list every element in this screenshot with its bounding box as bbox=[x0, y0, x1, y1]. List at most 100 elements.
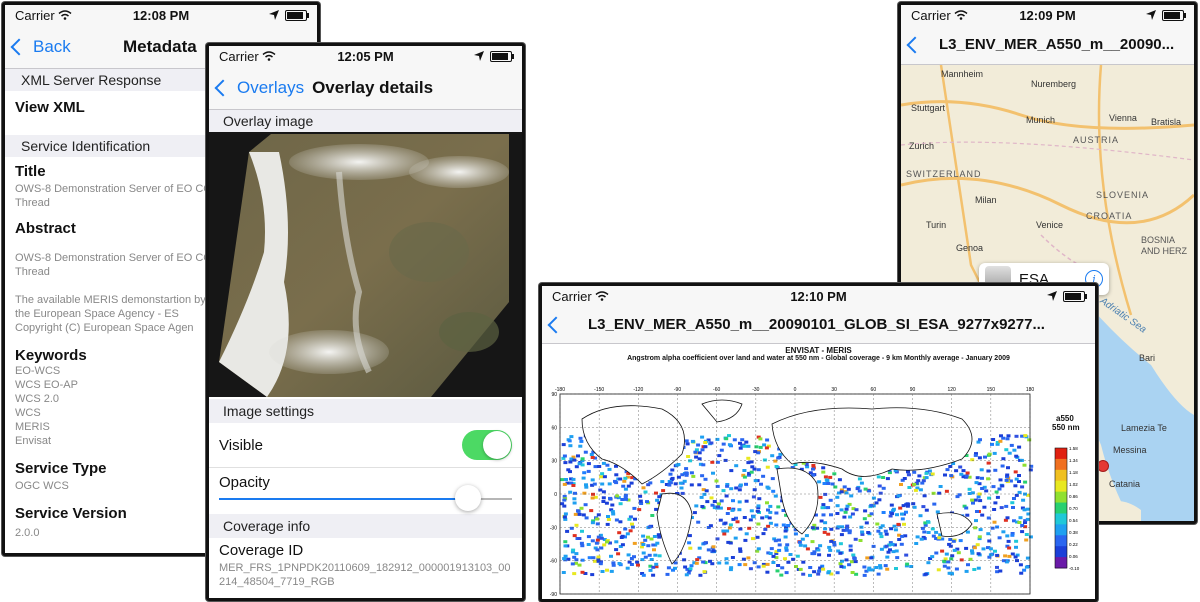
data-cell bbox=[589, 509, 594, 513]
data-cell bbox=[970, 551, 975, 555]
visible-toggle[interactable] bbox=[462, 430, 512, 460]
data-cell bbox=[758, 437, 763, 441]
data-cell bbox=[590, 573, 595, 577]
data-cell bbox=[583, 503, 588, 507]
data-cell bbox=[905, 562, 910, 566]
data-cell bbox=[891, 507, 896, 511]
chevron-left-icon bbox=[214, 79, 232, 96]
map-label-country: CROATIA bbox=[1086, 211, 1133, 221]
data-cell bbox=[926, 561, 931, 565]
data-cell bbox=[853, 537, 858, 541]
data-cell bbox=[641, 543, 646, 546]
data-cell bbox=[572, 572, 577, 576]
data-cell bbox=[847, 531, 852, 535]
data-cell bbox=[937, 491, 942, 495]
data-cell bbox=[727, 434, 731, 438]
data-cell bbox=[926, 531, 931, 534]
data-cell bbox=[593, 465, 598, 469]
data-cell bbox=[573, 512, 578, 516]
carrier-label: Carrier bbox=[15, 7, 55, 23]
data-cell bbox=[703, 445, 708, 449]
data-cell bbox=[867, 568, 872, 572]
data-cell bbox=[737, 508, 742, 512]
data-cell bbox=[920, 481, 925, 485]
data-cell bbox=[578, 444, 583, 448]
data-cell bbox=[606, 515, 610, 518]
section-overlay-image-header: Overlay image bbox=[209, 110, 522, 132]
data-cell bbox=[1006, 466, 1010, 470]
data-cell bbox=[794, 565, 798, 568]
data-cell bbox=[768, 504, 773, 508]
back-button[interactable] bbox=[542, 316, 566, 333]
data-cell bbox=[744, 440, 749, 444]
nav-bar: L3_ENV_MER_A550_m__20090... bbox=[901, 25, 1194, 65]
x-tick-label: -30 bbox=[752, 387, 759, 393]
data-cell bbox=[766, 508, 770, 512]
data-cell bbox=[723, 458, 728, 462]
data-cell bbox=[788, 553, 793, 556]
map-pin[interactable] bbox=[1097, 460, 1109, 472]
data-cell bbox=[946, 566, 951, 570]
data-cell bbox=[765, 501, 769, 505]
data-cell bbox=[742, 469, 747, 472]
data-cell bbox=[828, 548, 833, 552]
data-cell bbox=[625, 532, 630, 536]
data-cell bbox=[986, 532, 991, 536]
data-cell bbox=[987, 452, 992, 456]
data-cell bbox=[965, 471, 970, 475]
data-cell bbox=[573, 491, 577, 495]
data-cell bbox=[641, 551, 646, 555]
data-cell bbox=[906, 470, 910, 474]
data-cell bbox=[938, 485, 943, 488]
data-cell bbox=[821, 503, 826, 507]
data-cell bbox=[918, 488, 923, 492]
data-cell bbox=[579, 541, 584, 545]
data-cell bbox=[719, 448, 724, 452]
data-cell bbox=[1005, 437, 1010, 441]
data-cell bbox=[605, 463, 610, 467]
back-button[interactable] bbox=[901, 36, 925, 53]
data-cell bbox=[611, 561, 616, 565]
data-cell bbox=[651, 565, 656, 569]
data-cell bbox=[839, 508, 844, 512]
data-cell bbox=[900, 534, 905, 538]
data-cell bbox=[965, 513, 970, 517]
data-cell bbox=[973, 526, 978, 530]
data-cell bbox=[1022, 463, 1027, 467]
data-cell bbox=[564, 478, 568, 481]
data-cell bbox=[697, 451, 702, 455]
data-cell bbox=[847, 563, 852, 567]
data-cell bbox=[850, 571, 855, 574]
data-cell bbox=[709, 441, 714, 445]
data-cell bbox=[586, 535, 591, 539]
data-cell bbox=[876, 475, 881, 479]
data-cell bbox=[817, 480, 822, 484]
location-arrow-icon bbox=[269, 10, 279, 20]
legend-tick-label: 0.06 bbox=[1069, 554, 1078, 559]
map-label-city: Nuremberg bbox=[1031, 79, 1077, 89]
data-cell bbox=[850, 512, 855, 516]
opacity-slider-thumb[interactable] bbox=[455, 485, 482, 511]
data-cell bbox=[893, 528, 898, 532]
data-cell bbox=[944, 489, 949, 493]
back-button[interactable]: Back bbox=[5, 37, 71, 57]
data-cell bbox=[577, 563, 582, 567]
data-cell bbox=[582, 471, 587, 475]
data-cell bbox=[945, 468, 950, 472]
data-cell bbox=[816, 548, 821, 552]
data-cell bbox=[740, 438, 745, 442]
x-tick-label: -60 bbox=[713, 387, 720, 393]
data-cell bbox=[602, 543, 607, 547]
data-cell bbox=[607, 467, 612, 471]
data-cell bbox=[770, 477, 775, 481]
back-button[interactable]: Overlays bbox=[209, 78, 304, 98]
data-cell bbox=[648, 481, 653, 485]
data-cell bbox=[993, 468, 998, 472]
wifi-icon bbox=[595, 291, 609, 301]
data-cell bbox=[685, 442, 690, 446]
data-cell bbox=[751, 495, 756, 499]
legend-tick-label: 1.02 bbox=[1069, 482, 1078, 487]
opacity-slider[interactable] bbox=[219, 485, 512, 511]
data-cell bbox=[650, 514, 655, 517]
data-cell bbox=[738, 549, 743, 553]
